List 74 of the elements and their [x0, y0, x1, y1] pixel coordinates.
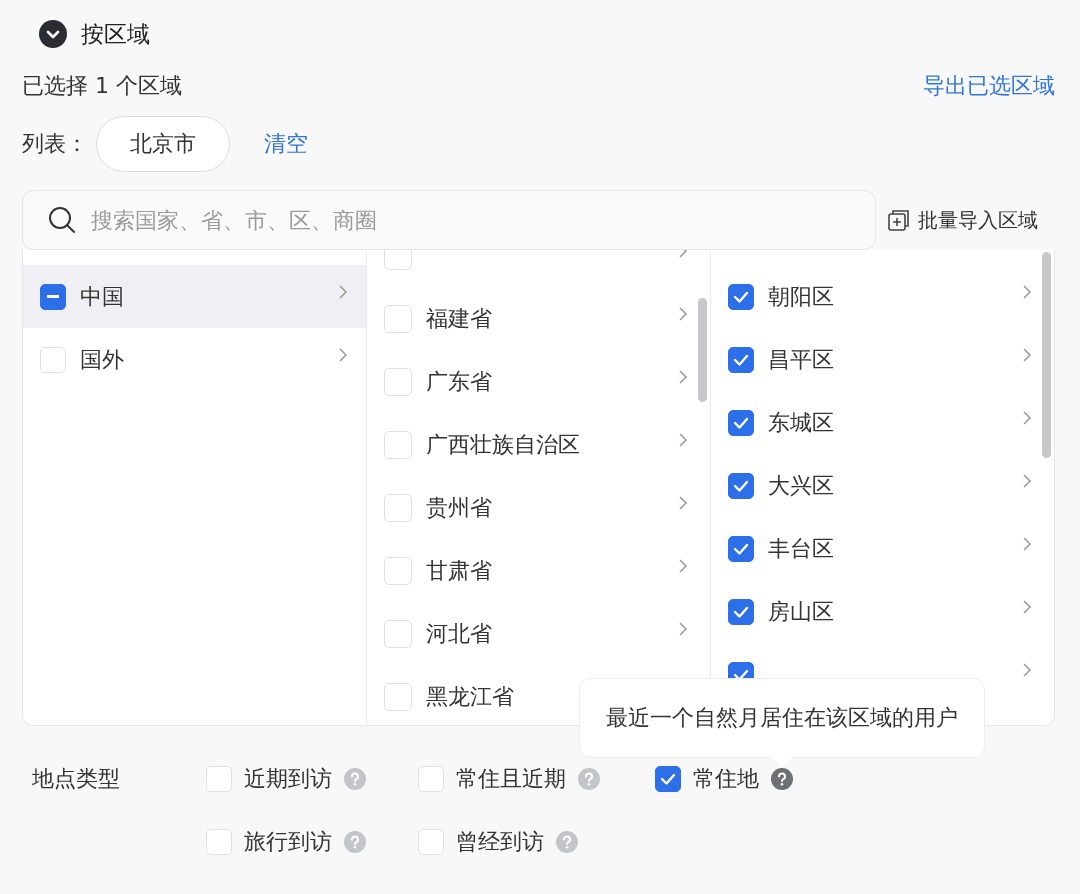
chevron-right-icon — [338, 347, 348, 363]
province-item[interactable]: 福建省 — [367, 287, 710, 350]
district-label: 朝阳区 — [768, 282, 835, 311]
search-field[interactable]: 搜索国家、省、市、区、商圈 — [22, 190, 876, 250]
scrollbar[interactable] — [1042, 252, 1051, 458]
help-icon[interactable] — [771, 768, 793, 790]
province-label: 甘肃省 — [426, 556, 493, 585]
country-item[interactable]: 国外 — [23, 328, 366, 391]
checkbox[interactable] — [728, 598, 754, 625]
search-icon — [48, 206, 76, 234]
checkbox[interactable] — [728, 535, 754, 562]
import-icon — [888, 209, 910, 231]
province-label: 广西壮族自治区 — [426, 430, 581, 459]
batch-import-button[interactable]: 批量导入区域 — [888, 206, 1038, 234]
province-item[interactable]: 广西壮族自治区 — [367, 413, 710, 476]
chevron-right-icon — [1022, 473, 1032, 489]
chevron-right-icon — [678, 306, 688, 322]
clear-link[interactable]: 清空 — [264, 129, 308, 159]
district-label: 大兴区 — [768, 471, 835, 500]
chevron-icon[interactable] — [39, 20, 67, 48]
chevron-right-icon — [338, 284, 348, 300]
option-label: 常住且近期 — [456, 765, 566, 793]
province-label: 河北省 — [426, 619, 493, 648]
district-item[interactable]: 朝阳区 — [711, 265, 1054, 328]
district-item[interactable]: 东城区 — [711, 391, 1054, 454]
chevron-right-icon — [678, 432, 688, 448]
checkbox[interactable] — [728, 346, 754, 373]
export-link[interactable]: 导出已选区域 — [923, 71, 1055, 101]
chevron-right-icon — [678, 369, 688, 385]
option-label: 常住地 — [693, 765, 759, 793]
chevron-right-icon — [1022, 536, 1032, 552]
selection-summary: 已选择 1 个区域 — [22, 72, 182, 100]
province-label: 黑龙江省 — [426, 682, 515, 711]
option-label: 近期到访 — [244, 765, 332, 793]
country-label: 国外 — [80, 345, 125, 374]
section-title: 按区域 — [81, 19, 150, 49]
scrollbar[interactable] — [698, 298, 707, 402]
district-label: 房山区 — [768, 597, 835, 626]
list-label: 列表： — [22, 130, 88, 158]
checkbox[interactable] — [655, 766, 681, 792]
checkbox[interactable] — [728, 472, 754, 499]
tooltip-pointer — [772, 757, 792, 767]
checkbox[interactable] — [728, 283, 754, 310]
district-item[interactable]: 丰台区 — [711, 517, 1054, 580]
checkbox[interactable] — [728, 409, 754, 436]
chevron-right-icon — [1022, 599, 1032, 615]
province-label: 贵州省 — [426, 493, 493, 522]
checkbox[interactable] — [40, 283, 66, 310]
district-label: 丰台区 — [768, 534, 835, 563]
province-item[interactable]: 贵州省 — [367, 476, 710, 539]
province-item[interactable]: 河北省 — [367, 602, 710, 665]
chevron-right-icon — [1022, 284, 1032, 300]
chevron-right-icon — [678, 495, 688, 511]
chevron-right-icon — [1022, 347, 1032, 363]
province-item[interactable]: 甘肃省 — [367, 539, 710, 602]
province-item[interactable]: 广东省 — [367, 350, 710, 413]
chevron-right-icon — [1022, 410, 1032, 426]
chevron-right-icon — [1022, 662, 1032, 678]
district-label: 东城区 — [768, 408, 835, 437]
province-label: 广东省 — [426, 367, 493, 396]
location-type-label: 地点类型 — [32, 765, 121, 793]
chevron-right-icon — [678, 558, 688, 574]
country-item[interactable]: 中国 — [23, 265, 366, 328]
district-label: 昌平区 — [768, 345, 835, 374]
option-label: 曾经到访 — [456, 828, 544, 856]
district-item[interactable]: 房山区 — [711, 580, 1054, 643]
tooltip: 最近一个自然月居住在该区域的用户 — [579, 678, 985, 758]
option-label: 旅行到访 — [244, 828, 332, 856]
chevron-right-icon — [678, 621, 688, 637]
country-label: 中国 — [80, 282, 125, 311]
district-item[interactable]: 昌平区 — [711, 328, 1054, 391]
province-label: 福建省 — [426, 304, 493, 333]
district-item[interactable]: 大兴区 — [711, 454, 1054, 517]
region-tag[interactable]: 北京市 — [96, 116, 230, 172]
